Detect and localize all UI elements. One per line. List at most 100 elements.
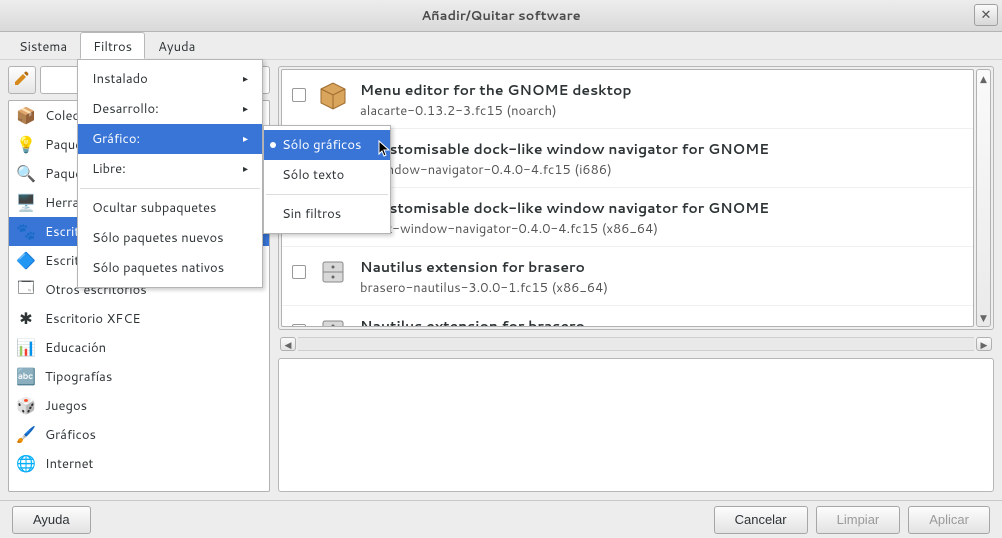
radio-dot-icon <box>270 142 276 148</box>
search-icon: 🔍 <box>15 163 37 185</box>
drawer-icon <box>316 314 350 327</box>
package-checkbox[interactable] <box>292 88 306 102</box>
package-subtitle: avant-window-navigator-0.4.0-4.fc15 (x86… <box>360 220 963 238</box>
chevron-right-icon: ▸ <box>243 72 248 86</box>
category-item[interactable]: 🎲 Juegos <box>9 391 269 420</box>
category-label: Internet <box>45 455 93 473</box>
horizontal-scrollbar[interactable] <box>298 337 974 351</box>
clear-button[interactable]: Limpiar <box>816 506 901 534</box>
vertical-scrollbar[interactable]: ▲ ▼ <box>976 69 991 327</box>
window-title: Añadir/Quitar software <box>421 7 580 25</box>
chevron-right-icon: ▸ <box>243 162 248 176</box>
package-subtitle: t-window-navigator-0.4.0-4.fc15 (i686) <box>360 161 963 179</box>
window-close-button[interactable]: ✕ <box>974 4 998 26</box>
menu-label: Sólo paquetes nuevos <box>92 229 224 247</box>
filter-development[interactable]: Desarrollo: ▸ <box>78 94 262 124</box>
package-icon: 📦 <box>15 105 37 127</box>
chevron-right-icon: ▸ <box>243 132 248 146</box>
button-bar: Ayuda Cancelar Limpiar Aplicar <box>0 500 1002 538</box>
xfce-icon: ✱ <box>15 308 37 330</box>
menu-sistema[interactable]: Sistema <box>6 32 80 59</box>
scroll-down-icon[interactable]: ▼ <box>980 311 987 324</box>
monitor-icon: 🖥️ <box>15 192 37 214</box>
brush-icon: 🖌️ <box>15 424 37 446</box>
package-title: y customisable dock-like window navigato… <box>360 198 963 218</box>
package-row[interactable]: Nautilus extension for brasero brasero-n… <box>282 247 973 306</box>
menu-label: Sólo gráficos <box>282 136 362 154</box>
menu-label: Ocultar subpaquetes <box>92 199 216 217</box>
submenu-only-graphics[interactable]: Sólo gráficos <box>264 130 390 160</box>
filter-free[interactable]: Libre: ▸ <box>78 154 262 184</box>
menu-label: Sólo texto <box>282 166 344 184</box>
category-label: Escritorio XFCE <box>45 310 141 328</box>
menu-separator <box>80 188 260 189</box>
close-icon: ✕ <box>981 6 992 24</box>
box-icon <box>316 78 350 112</box>
menu-separator <box>266 194 388 195</box>
filter-new-only[interactable]: Sólo paquetes nuevos <box>78 223 262 253</box>
category-label: Gráficos <box>45 426 96 444</box>
package-row[interactable]: Nautilus extension for brasero brasero-n… <box>282 306 973 327</box>
menu-label: Sin filtros <box>282 205 341 223</box>
package-text: Nautilus extension for brasero brasero-n… <box>360 314 963 327</box>
category-item[interactable]: 📊 Educación <box>9 333 269 362</box>
scroll-right-button[interactable]: ▶ <box>976 337 992 351</box>
package-subtitle: alacarte-0.13.2-3.fc15 (noarch) <box>360 102 963 120</box>
package-title: y customisable dock-like window navigato… <box>360 139 963 159</box>
filter-installed[interactable]: Instalado ▸ <box>78 64 262 94</box>
package-subtitle: brasero-nautilus-3.0.0-1.fc15 (x86_64) <box>360 279 963 297</box>
graphic-submenu[interactable]: Sólo gráficos Sólo texto Sin filtros <box>263 125 391 234</box>
package-row[interactable]: Menu editor for the GNOME desktop alacar… <box>282 70 973 129</box>
package-title: Menu editor for the GNOME desktop <box>360 80 963 100</box>
package-checkbox[interactable] <box>292 265 306 279</box>
submenu-only-text[interactable]: Sólo texto <box>264 160 390 190</box>
category-item[interactable]: 🌐 Internet <box>9 449 269 478</box>
scroll-up-icon[interactable]: ▲ <box>980 72 987 85</box>
filters-dropdown[interactable]: Instalado ▸ Desarrollo: ▸ Gráfico: ▸ Libre:… <box>77 59 263 288</box>
font-icon: 🔤 <box>15 366 37 388</box>
menu-label: Sólo paquetes nativos <box>92 259 224 277</box>
submenu-no-filters[interactable]: Sin filtros <box>264 199 390 229</box>
title-bar: Añadir/Quitar software ✕ <box>0 0 1002 32</box>
dice-icon: 🎲 <box>15 395 37 417</box>
package-title: Nautilus extension for brasero <box>360 257 963 277</box>
category-label: Tipografías <box>45 368 112 386</box>
package-text: Nautilus extension for brasero brasero-n… <box>360 255 963 297</box>
category-item[interactable]: 🔤 Tipografías <box>9 362 269 391</box>
scroll-left-button[interactable]: ◀ <box>280 337 296 351</box>
category-label: Juegos <box>45 397 87 415</box>
bulb-icon: 💡 <box>15 134 37 156</box>
edit-find-button[interactable] <box>8 66 36 94</box>
package-text: y customisable dock-like window navigato… <box>360 137 963 179</box>
gnome-icon: 🐾 <box>15 221 37 243</box>
package-text: Menu editor for the GNOME desktop alacar… <box>360 78 963 120</box>
menu-label: Instalado <box>92 70 148 88</box>
filter-graphic[interactable]: Gráfico: ▸ <box>78 124 262 154</box>
package-checkbox[interactable] <box>292 324 306 327</box>
chart-icon: 📊 <box>15 337 37 359</box>
package-text: y customisable dock-like window navigato… <box>360 196 963 238</box>
package-title: Nautilus extension for brasero <box>360 316 963 327</box>
menu-filtros[interactable]: Filtros <box>80 32 145 59</box>
help-button[interactable]: Ayuda <box>12 506 91 534</box>
menu-ayuda[interactable]: Ayuda <box>145 32 208 59</box>
drawer-icon <box>316 255 350 289</box>
kde-icon: 🔷 <box>15 250 37 272</box>
window-icon: 🗔 <box>15 279 37 301</box>
menu-bar: Sistema Filtros Ayuda <box>0 32 1002 60</box>
category-item[interactable]: 🖌️ Gráficos <box>9 420 269 449</box>
pencil-icon <box>12 68 32 93</box>
apply-button[interactable]: Aplicar <box>908 506 990 534</box>
horizontal-scroll-row: ◀ ▶ <box>278 336 994 352</box>
cancel-button[interactable]: Cancelar <box>714 506 808 534</box>
filter-hide-subpackages[interactable]: Ocultar subpaquetes <box>78 193 262 223</box>
filter-native-only[interactable]: Sólo paquetes nativos <box>78 253 262 283</box>
chevron-right-icon: ▸ <box>243 102 248 116</box>
globe-icon: 🌐 <box>15 453 37 475</box>
menu-label: Desarrollo: <box>92 100 159 118</box>
category-item[interactable]: ✱ Escritorio XFCE <box>9 304 269 333</box>
detail-panel <box>278 358 994 492</box>
menu-label: Libre: <box>92 160 126 178</box>
category-label: Educación <box>45 339 106 357</box>
menu-label: Gráfico: <box>92 130 140 148</box>
